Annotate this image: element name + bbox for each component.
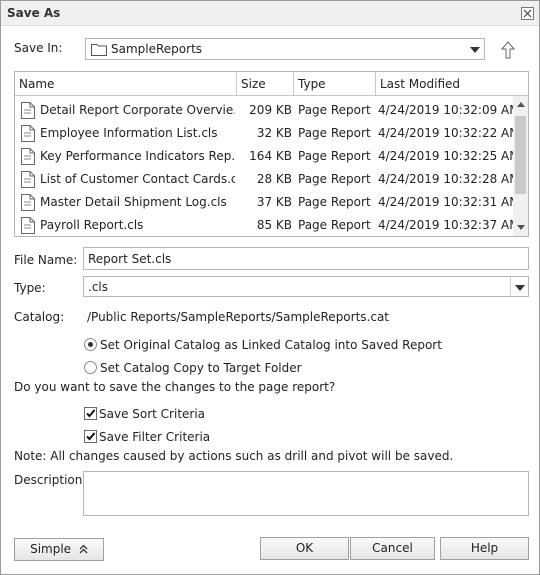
radio-catalog-copy[interactable] [84,361,97,374]
column-header-name[interactable]: Name [15,72,237,96]
simple-button[interactable]: Simple [14,538,104,561]
column-header-type[interactable]: Type [294,72,376,96]
save-sort-checkbox[interactable] [84,407,97,420]
file-size: 164 KB [249,149,292,163]
description-label: Description: [14,473,87,487]
catalog-label: Catalog: [14,310,65,324]
type-label: Type: [14,281,46,295]
chevron-down-icon [466,39,484,59]
chevron-down-icon [510,277,528,296]
save-sort-label[interactable]: Save Sort Criteria [99,407,205,421]
list-header: Name Size Type Last Modified [15,72,528,96]
save-changes-question: Do you want to save the changes to the p… [14,380,336,394]
file-name: Detail Report Corporate Overvie... [40,103,235,117]
radio-catalog-copy-label[interactable]: Set Catalog Copy to Target Folder [100,361,302,375]
simple-button-label: Simple [30,542,72,556]
report-file-icon [21,125,35,142]
file-name: List of Customer Contact Cards.cls [40,172,235,186]
table-row[interactable]: Employee Information List.cls 32 KB Page… [15,122,513,145]
file-modified: 4/24/2019 10:32:28 AM [378,172,513,186]
report-file-icon [21,102,35,119]
catalog-path: /Public Reports/SampleReports/SampleRepo… [87,310,390,324]
ok-button[interactable]: OK [260,537,349,560]
file-list[interactable]: Name Size Type Last Modified Detail Repo… [14,71,529,237]
save-in-label: Save In: [14,41,63,55]
file-modified: 4/24/2019 10:32:25 AM [378,149,513,163]
file-name-label: File Name: [14,253,78,267]
file-modified: 4/24/2019 10:32:09 AM [378,103,513,117]
window-title: Save As [7,6,61,20]
type-value: .cls [88,280,108,294]
double-chevron-up-icon [79,544,88,554]
close-icon[interactable] [521,7,534,20]
help-button[interactable]: Help [440,537,529,560]
file-size: 32 KB [256,126,292,140]
report-file-icon [21,194,35,211]
table-row[interactable]: Payroll Report.cls 85 KB Page Report 4/2… [15,214,513,236]
file-type: Page Report [298,172,371,186]
file-name: Payroll Report.cls [40,218,144,232]
file-type: Page Report [298,126,371,140]
file-name-value: Report Set.cls [88,252,172,266]
scroll-down-icon[interactable] [517,225,525,230]
table-row[interactable]: Key Performance Indicators Rep... 164 KB… [15,145,513,168]
save-filter-checkbox[interactable] [84,430,97,443]
radio-linked-catalog-label[interactable]: Set Original Catalog as Linked Catalog i… [100,338,442,352]
table-row[interactable]: List of Customer Contact Cards.cls 28 KB… [15,168,513,191]
description-textarea[interactable] [83,471,529,516]
report-file-icon [21,217,35,234]
file-size: 28 KB [256,172,292,186]
file-modified: 4/24/2019 10:32:31 AM [378,195,513,209]
save-as-dialog: Save As Save In: SampleReports Name Size… [0,0,540,575]
file-name: Key Performance Indicators Rep... [40,149,235,163]
save-in-value: SampleReports [111,42,203,56]
title-bar: Save As [1,1,539,26]
file-size: 37 KB [256,195,292,209]
note-text: Note: All changes caused by actions such… [14,449,454,463]
file-size: 85 KB [256,218,292,232]
file-type: Page Report [298,195,371,209]
save-in-dropdown[interactable]: SampleReports [85,38,485,60]
scroll-up-icon[interactable] [517,102,525,107]
file-type: Page Report [298,149,371,163]
file-name-input[interactable]: Report Set.cls [83,247,529,270]
file-type: Page Report [298,103,371,117]
table-row[interactable]: Detail Report Corporate Overvie... 209 K… [15,99,513,122]
up-folder-icon[interactable] [499,40,517,60]
report-file-icon [21,171,35,188]
column-header-size[interactable]: Size [237,72,294,96]
file-size: 209 KB [249,103,292,117]
radio-linked-catalog[interactable] [84,338,97,351]
vertical-scrollbar[interactable] [513,96,528,236]
file-modified: 4/24/2019 10:32:22 AM [378,126,513,140]
type-select[interactable]: .cls [83,276,529,297]
column-header-last-modified[interactable]: Last Modified [376,72,528,96]
save-filter-label[interactable]: Save Filter Criteria [99,430,210,444]
file-name: Master Detail Shipment Log.cls [40,195,227,209]
scrollbar-thumb[interactable] [515,116,526,194]
file-modified: 4/24/2019 10:32:37 AM [378,218,513,232]
cancel-button[interactable]: Cancel [350,537,435,560]
folder-icon [91,44,107,56]
report-file-icon [21,148,35,165]
table-row[interactable]: Master Detail Shipment Log.cls 37 KB Pag… [15,191,513,214]
file-name: Employee Information List.cls [40,126,218,140]
file-type: Page Report [298,218,371,232]
